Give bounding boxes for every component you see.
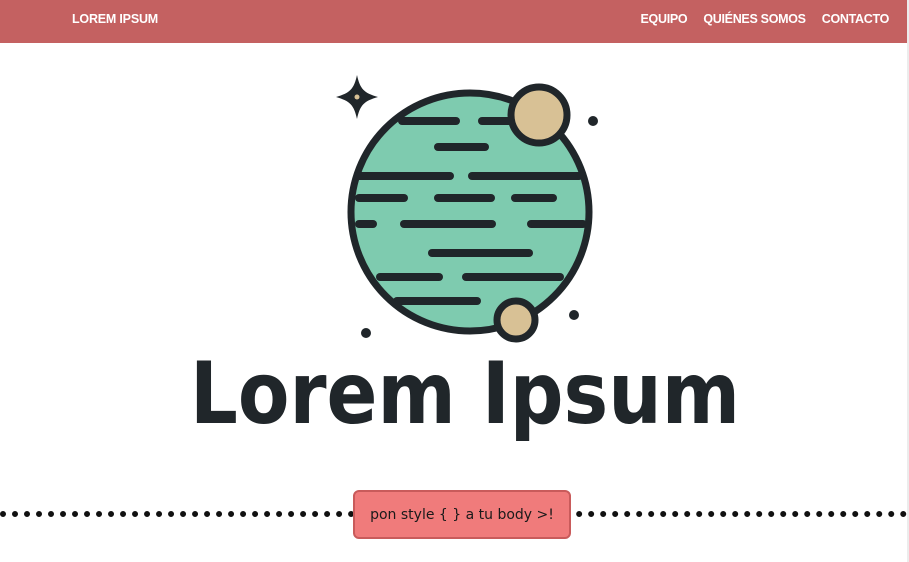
hero-title: Lorem Ipsum [190,344,740,444]
small-moon-icon [493,297,539,343]
star-dot-icon [569,310,579,320]
large-moon-icon [507,83,571,147]
brand-link[interactable]: LOREM IPSUM [72,12,158,26]
nav-link-quienes-somos[interactable]: QUIÉNES SOMOS [703,12,806,26]
sparkle-icon [336,75,378,119]
planet-icon [347,83,593,343]
nav-menu: EQUIPO QUIÉNES SOMOS CONTACTO [641,12,890,26]
top-navbar: LOREM IPSUM EQUIPO QUIÉNES SOMOS CONTACT… [0,0,907,43]
hero-title-svg: Lorem Ipsum [190,344,740,444]
nav-link-equipo[interactable]: EQUIPO [641,12,688,26]
style-body-button[interactable]: pon style { } a tu body >! [353,490,571,539]
nav-link-contacto[interactable]: CONTACTO [822,12,890,26]
star-dot-icon [361,328,371,338]
star-dot-icon [588,116,598,126]
